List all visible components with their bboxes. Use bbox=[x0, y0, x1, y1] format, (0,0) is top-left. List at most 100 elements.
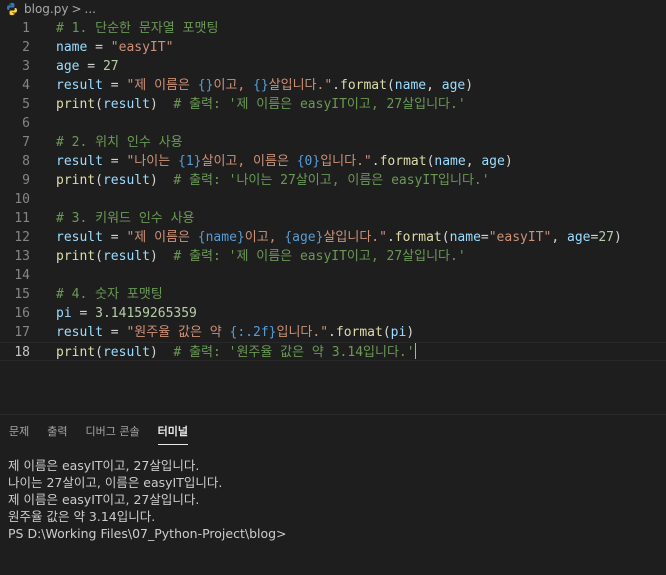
code-token: print bbox=[56, 345, 96, 360]
code-token: result bbox=[102, 173, 150, 188]
code-token: result bbox=[56, 230, 103, 245]
code-token: age bbox=[567, 230, 591, 245]
code-text: print(result) # 출력: '제 이름은 easyIT이고, 27살… bbox=[56, 95, 466, 114]
code-line[interactable]: 10 bbox=[0, 190, 666, 209]
code-line[interactable]: 7 # 2. 위치 인수 사용 bbox=[0, 133, 666, 152]
line-number: 4 bbox=[22, 78, 30, 93]
code-line[interactable]: 8 result = "나이는 {1}살이고, 이름은 {0}입니다.".form… bbox=[0, 152, 666, 171]
code-token: {1} bbox=[178, 154, 202, 169]
line-number: 1 bbox=[22, 21, 30, 36]
code-token: # 출력: '나이는 27살이고, 이름은 easyIT입니다.' bbox=[173, 173, 490, 188]
code-line[interactable]: 6 bbox=[0, 114, 666, 133]
code-line[interactable]: 2 name = "easyIT" bbox=[0, 38, 666, 57]
code-token: {} bbox=[253, 78, 269, 93]
code-token: print bbox=[56, 249, 96, 264]
code-token: "제 이름은 bbox=[126, 78, 198, 93]
code-token: , bbox=[426, 78, 442, 93]
code-token: # 1. 단순한 문자열 포맷팅 bbox=[56, 21, 219, 36]
code-token: = bbox=[102, 154, 127, 169]
code-line[interactable]: 5 print(result) # 출력: '제 이름은 easyIT이고, 27… bbox=[0, 95, 666, 114]
terminal-line: 나이는 27살이고, 이름은 easyIT입니다. bbox=[8, 475, 223, 490]
code-token: name bbox=[394, 78, 427, 93]
code-token: = bbox=[102, 230, 127, 245]
code-token: "나이는 bbox=[126, 154, 178, 169]
code-token: , bbox=[551, 230, 568, 245]
breadcrumb-file[interactable]: blog.py bbox=[24, 2, 68, 16]
code-token: 27 bbox=[598, 230, 614, 245]
code-text: result = "나이는 {1}살이고, 이름은 {0}입니다.".forma… bbox=[56, 152, 513, 171]
panel-tab[interactable]: 출력 bbox=[47, 423, 67, 445]
code-token: 27 bbox=[102, 59, 119, 74]
code-token: = bbox=[480, 230, 489, 245]
code-text: pi = 3.14159265359 bbox=[56, 304, 197, 323]
code-token: ) bbox=[504, 154, 513, 169]
code-token: name bbox=[449, 230, 481, 245]
code-token: {name} bbox=[197, 230, 245, 245]
code-token: ) bbox=[149, 249, 174, 264]
code-token: pi bbox=[390, 325, 407, 340]
code-token: format bbox=[394, 230, 442, 245]
code-token: result bbox=[56, 325, 103, 340]
code-line[interactable]: 9 print(result) # 출력: '나이는 27살이고, 이름은 eas… bbox=[0, 171, 666, 190]
code-token: ) bbox=[149, 97, 174, 112]
code-token: "easyIT" bbox=[488, 230, 552, 245]
panel-tabs: 문제 출력 디버그 콘솔 터미널 bbox=[0, 423, 197, 445]
code-token: = bbox=[71, 306, 96, 321]
code-token: ) bbox=[149, 345, 174, 360]
code-line[interactable]: 15 # 4. 숫자 포맷팅 bbox=[0, 285, 666, 304]
code-line[interactable]: 17 result = "원주율 값은 약 {:.2f}입니다.".format(… bbox=[0, 323, 666, 342]
code-text: print(result) # 출력: '나이는 27살이고, 이름은 easy… bbox=[56, 171, 490, 190]
code-token: . bbox=[371, 154, 380, 169]
code-token: . bbox=[332, 78, 340, 93]
code-line[interactable]: 13 print(result) # 출력: '제 이름은 easyIT이고, 2… bbox=[0, 247, 666, 266]
code-line[interactable]: 16 pi = 3.14159265359 bbox=[0, 304, 666, 323]
code-token: . bbox=[328, 325, 336, 340]
code-token: 이고, bbox=[213, 78, 254, 93]
line-number: 6 bbox=[22, 116, 30, 131]
code-line[interactable]: 1 # 1. 단순한 문자열 포맷팅 bbox=[0, 19, 666, 38]
code-line[interactable]: 11 # 3. 키워드 인수 사용 bbox=[0, 209, 666, 228]
code-text: print(result) # 출력: '제 이름은 easyIT이고, 27살… bbox=[56, 247, 466, 266]
code-line[interactable]: 4 result = "제 이름은 {}이고, {}살입니다.".format(n… bbox=[0, 76, 666, 95]
code-token: 살입니다." bbox=[268, 78, 333, 93]
code-token: . bbox=[386, 230, 395, 245]
panel-tab[interactable]: 터미널 bbox=[157, 423, 189, 445]
code-token: {:.2f} bbox=[229, 325, 277, 340]
terminal-line: 제 이름은 easyIT이고, 27살입니다. bbox=[8, 492, 200, 507]
code-token: age bbox=[481, 154, 505, 169]
code-token: # 4. 숫자 포맷팅 bbox=[56, 287, 163, 302]
code-editor[interactable]: 1 # 1. 단순한 문자열 포맷팅 2 name = "easyIT" 3 age = … bbox=[0, 19, 666, 367]
code-token: ( bbox=[95, 345, 103, 360]
line-number: 2 bbox=[22, 40, 30, 55]
code-token: # 출력: '원주율 값은 약 3.14입니다.' bbox=[173, 345, 415, 360]
code-token: ( bbox=[95, 97, 103, 112]
code-text: # 2. 위치 인수 사용 bbox=[56, 133, 183, 152]
panel-tab[interactable]: 디버그 콘솔 bbox=[86, 423, 140, 445]
code-token: 살입니다." bbox=[323, 230, 387, 245]
code-text: result = "제 이름은 {}이고, {}살입니다.".format(na… bbox=[56, 76, 473, 95]
code-line[interactable]: 3 age = 27 bbox=[0, 57, 666, 76]
code-token: = bbox=[87, 40, 111, 55]
code-line[interactable]: 12 result = "제 이름은 {name}이고, {age}살입니다.".… bbox=[0, 228, 666, 247]
code-text: # 4. 숫자 포맷팅 bbox=[56, 285, 163, 304]
terminal-prompt: PS D:\Working Files\07_Python-Project\bl… bbox=[8, 526, 287, 541]
code-line[interactable]: 18 print(result) # 출력: '원주율 값은 약 3.14입니다.… bbox=[0, 342, 666, 361]
code-token: 입니다." bbox=[320, 154, 372, 169]
line-number: 11 bbox=[14, 211, 30, 226]
code-text: # 1. 단순한 문자열 포맷팅 bbox=[56, 19, 218, 38]
code-token: ( bbox=[95, 249, 103, 264]
code-token: 입니다." bbox=[276, 325, 329, 340]
code-text: name = "easyIT" bbox=[56, 38, 173, 57]
code-token: , bbox=[465, 154, 482, 169]
panel-tab[interactable]: 문제 bbox=[9, 423, 29, 445]
code-token: pi bbox=[56, 306, 72, 321]
terminal-output[interactable]: 제 이름은 easyIT이고, 27살입니다. 나이는 27살이고, 이름은 ea… bbox=[8, 457, 658, 542]
code-text: result = "원주율 값은 약 {:.2f}입니다.".format(pi… bbox=[56, 323, 414, 342]
line-number: 10 bbox=[14, 192, 30, 207]
code-token: 살이고, 이름은 bbox=[201, 154, 297, 169]
code-token: "easyIT" bbox=[110, 40, 174, 55]
code-token: = bbox=[102, 78, 127, 93]
breadcrumb-more[interactable]: ... bbox=[85, 2, 96, 16]
code-token: name bbox=[56, 40, 88, 55]
code-line[interactable]: 14 bbox=[0, 266, 666, 285]
